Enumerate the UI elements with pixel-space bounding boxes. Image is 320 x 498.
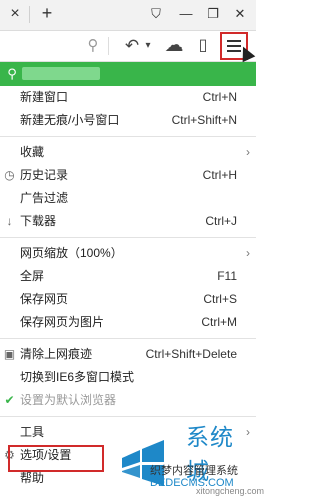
menu-item-label: 新建无痕/小号窗口 (20, 113, 120, 127)
undo-close-icon[interactable]: ↶ (123, 36, 141, 56)
chevron-down-icon[interactable]: ▾ (143, 36, 153, 56)
menu-item-new-window[interactable]: 新建窗口 Ctrl+N (0, 86, 256, 109)
tab-divider (29, 6, 30, 23)
new-tab-icon[interactable]: + (38, 4, 56, 22)
minimize-icon[interactable]: — (176, 5, 196, 23)
user-name-blurred (22, 67, 100, 80)
menu-divider (0, 237, 256, 238)
close-window-icon[interactable]: ✕ (230, 5, 250, 23)
menu-item-ad-filter[interactable]: 广告过滤 (0, 187, 256, 210)
download-icon: ↓ (6, 214, 13, 228)
menu-item-label: 广告过滤 (20, 191, 69, 205)
history-icon: ◷ (4, 168, 15, 182)
menu-item-zoom[interactable]: 网页缩放（100%） › (0, 242, 256, 265)
menu-item-set-default: ✔ 设置为默认浏览器 (0, 389, 256, 412)
menu-item-shortcut: Ctrl+Shift+N (171, 113, 237, 127)
menu-divider (0, 338, 256, 339)
skin-icon[interactable]: ⛉ (146, 5, 166, 23)
title-bar: × + ⛉ — ❐ ✕ (0, 0, 256, 31)
watermark-line-1: 织梦内容管理系统 (150, 465, 238, 477)
check-icon: ✔ (4, 393, 15, 407)
menu-item-fullscreen[interactable]: 全屏 F11 (0, 265, 256, 288)
menu-item-save-page[interactable]: 保存网页 Ctrl+S (0, 288, 256, 311)
menu-item-label: 设置为默认浏览器 (20, 393, 117, 407)
menu-item-label: 帮助 (20, 471, 45, 485)
menu-item-label: 网页缩放（100%） (20, 246, 123, 260)
highlight-box (8, 445, 104, 472)
menu-item-shortcut: Ctrl+N (202, 90, 237, 104)
menu-item-new-private-window[interactable]: 新建无痕/小号窗口 Ctrl+Shift+N (0, 109, 256, 132)
chevron-right-icon: › (246, 246, 250, 260)
menu-item-history[interactable]: ◷ 历史记录 Ctrl+H (0, 164, 256, 187)
chevron-right-icon: › (246, 145, 250, 159)
menu-item-shortcut: Ctrl+H (202, 168, 237, 182)
menu-item-ie6-mode[interactable]: 切换到IE6多窗口模式 (0, 366, 256, 389)
menu-item-clear-traces[interactable]: ▣ 清除上网痕迹 Ctrl+Shift+Delete (0, 343, 256, 366)
menu-item-shortcut: Ctrl+S (203, 292, 237, 306)
menu-item-downloader[interactable]: ↓ 下载器 Ctrl+J (0, 210, 256, 233)
menu-item-label: 清除上网痕迹 (20, 347, 93, 361)
menu-item-shortcut: F11 (217, 269, 237, 283)
menu-item-label: 历史记录 (20, 168, 69, 182)
menu-item-label: 工具 (20, 425, 45, 439)
menu-item-label: 全屏 (20, 269, 45, 283)
menu-item-label: 保存网页为图片 (20, 315, 105, 329)
menu-item-label: 新建窗口 (20, 90, 69, 104)
clear-icon: ▣ (3, 347, 16, 361)
search-icon[interactable]: ⚲ (84, 36, 102, 56)
watermark-line-3: xitongcheng.com (196, 486, 265, 496)
menu-icon-bar (227, 45, 241, 47)
menu-item-save-as-image[interactable]: 保存网页为图片 Ctrl+M (0, 311, 256, 334)
toolbar: ⚲ ↶ ▾ ☁ ▯ (0, 31, 256, 62)
toolbar-divider (108, 37, 109, 55)
menu-item-shortcut: Ctrl+M (201, 315, 237, 329)
user-icon: ⚲ (7, 66, 17, 81)
close-tab-icon[interactable]: × (6, 5, 24, 23)
menu-item-favorites[interactable]: 收藏 › (0, 141, 256, 164)
menu-item-label: 下载器 (20, 214, 57, 228)
phone-icon[interactable]: ▯ (195, 36, 211, 56)
restore-icon[interactable]: ❐ (203, 5, 223, 23)
cloud-icon[interactable]: ☁ (163, 36, 185, 56)
menu-item-label: 保存网页 (20, 292, 69, 306)
menu-icon (227, 40, 241, 42)
user-bar[interactable]: ⚲ (0, 62, 256, 86)
menu-item-shortcut: Ctrl+J (205, 214, 237, 228)
menu-item-label: 收藏 (20, 145, 45, 159)
menu-item-label: 切换到IE6多窗口模式 (20, 370, 135, 384)
menu-item-shortcut: Ctrl+Shift+Delete (145, 347, 237, 361)
menu-divider (0, 136, 256, 137)
